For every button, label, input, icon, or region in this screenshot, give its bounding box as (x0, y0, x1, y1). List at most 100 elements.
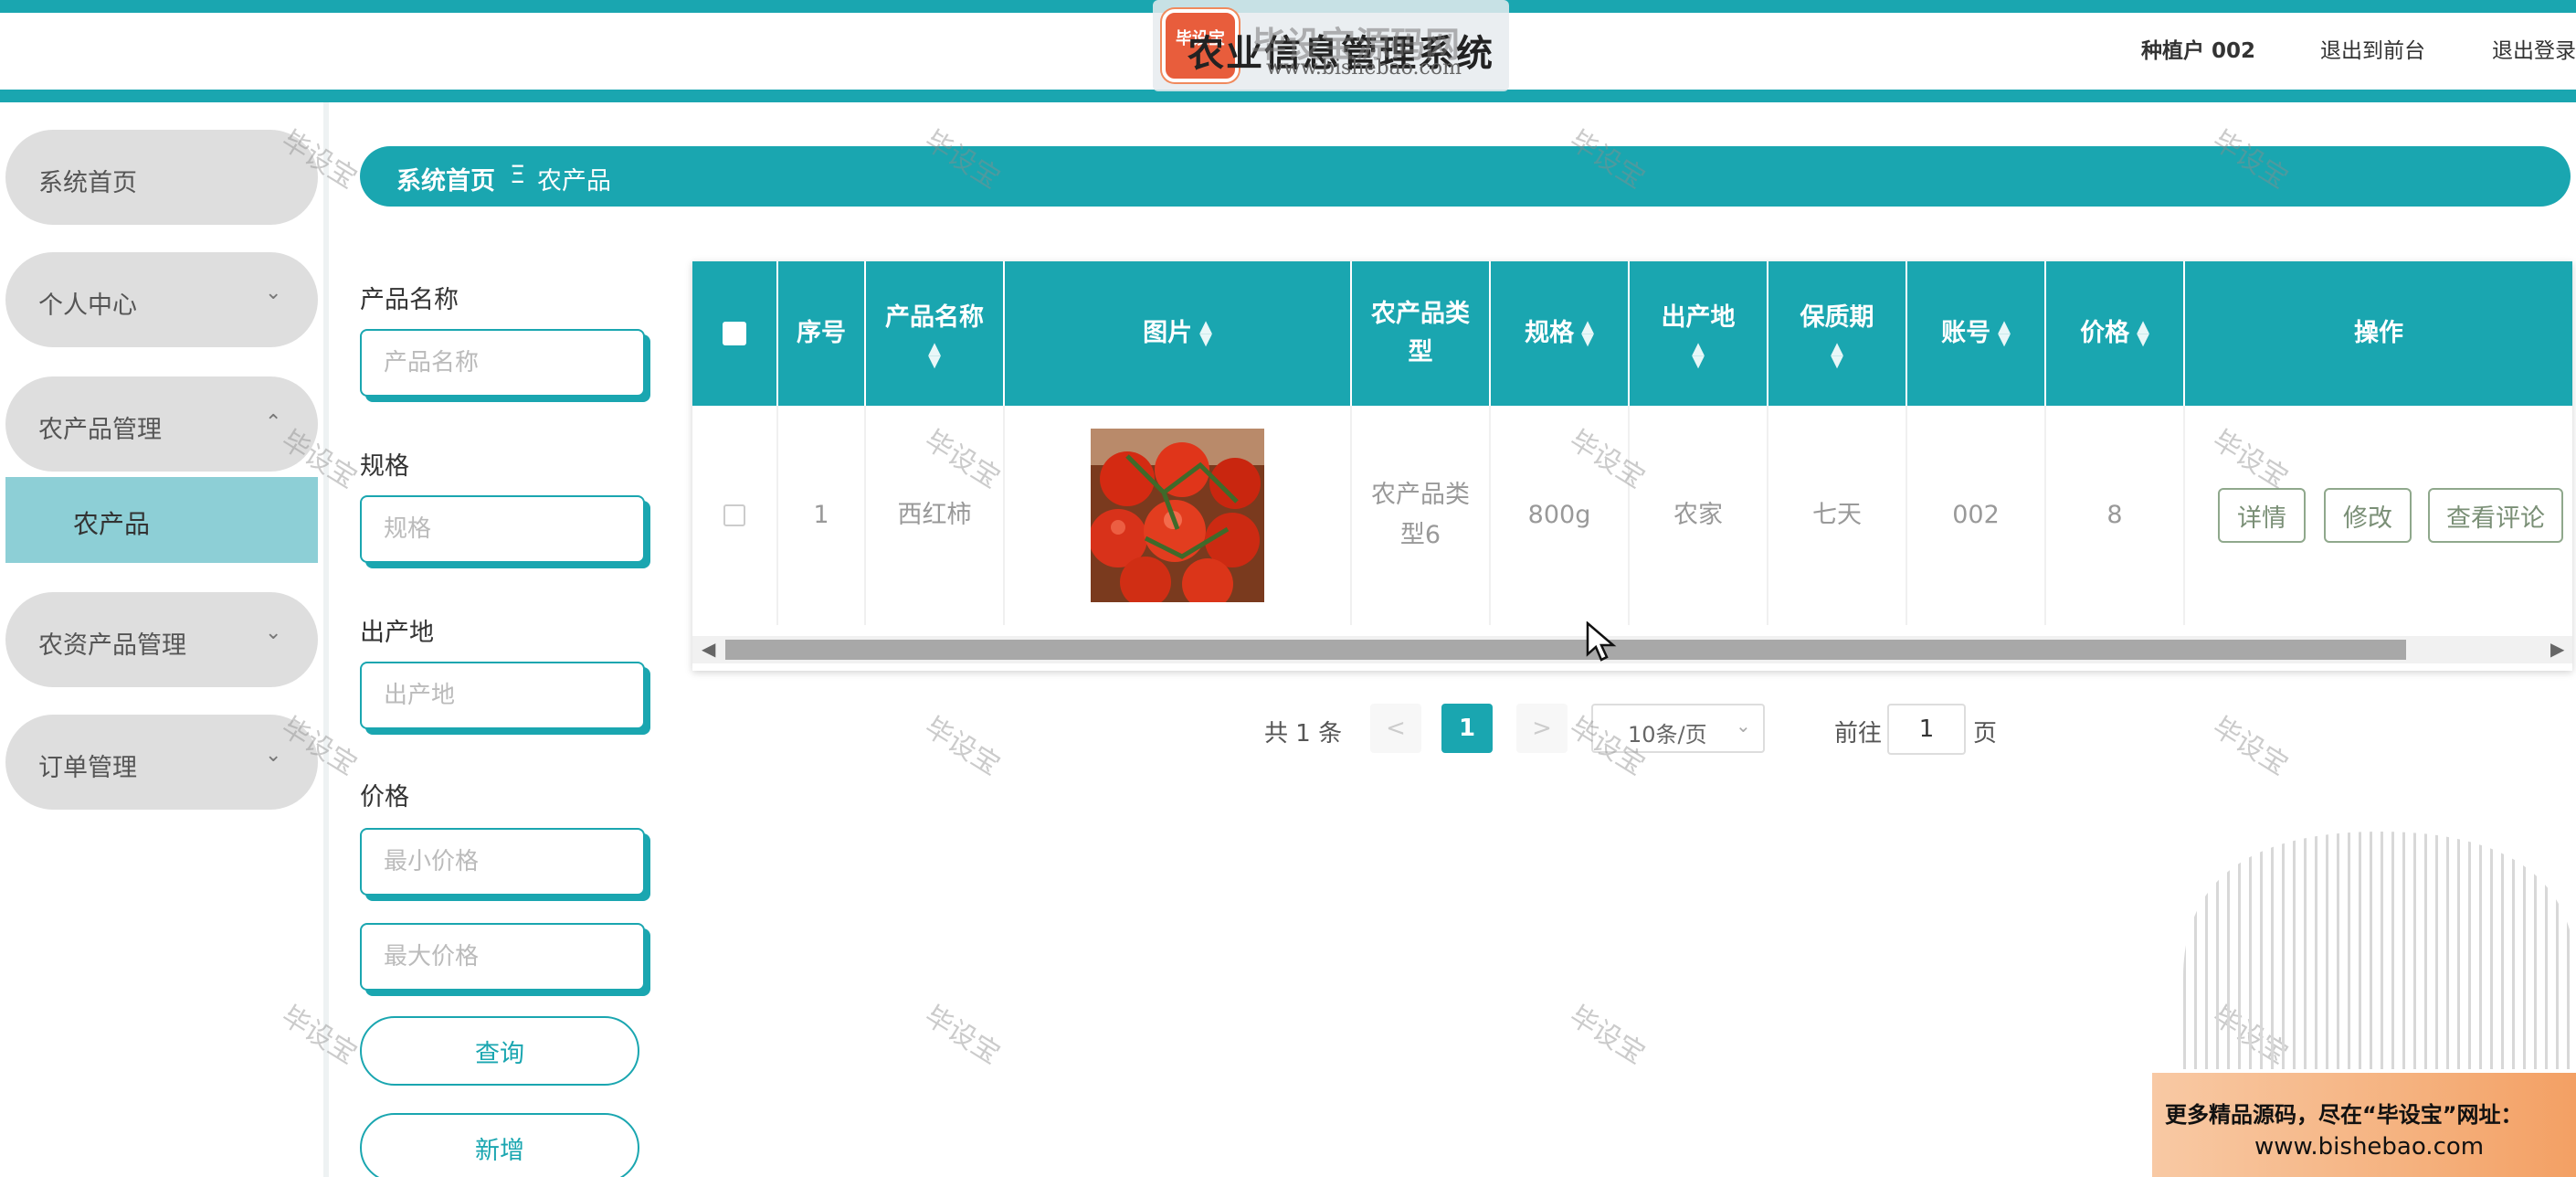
col-price-label: 价格 (2080, 319, 2130, 347)
select-all-cell (692, 261, 778, 406)
page-suffix: 页 (1973, 720, 1998, 748)
sidebar-item-label: 订单管理 (38, 754, 137, 782)
sidebar-item-orders[interactable]: 订单管理 ⌄ (5, 715, 318, 810)
col-origin[interactable]: 出产地 ▲ ▼ (1630, 261, 1768, 406)
breadcrumb-current: 农产品 (537, 167, 611, 196)
cell-origin: 农家 (1630, 406, 1768, 625)
origin-input[interactable] (360, 662, 645, 729)
chevron-down-icon: ⌄ (265, 744, 282, 767)
min-price-input[interactable] (360, 828, 645, 896)
col-shelf-label: 保质期 (1800, 303, 1874, 332)
goto-page-input[interactable] (1887, 704, 1966, 755)
add-button[interactable]: 新增 (360, 1113, 639, 1177)
spec-label: 规格 (360, 452, 409, 481)
col-name[interactable]: 产品名称 ▲ ▼ (866, 261, 1005, 406)
sort-icon[interactable]: ▲ ▼ (1998, 319, 2011, 348)
col-origin-label: 出产地 (1661, 303, 1736, 332)
current-user: 种植户 002 (2141, 39, 2256, 63)
cursor-icon (1586, 621, 1617, 662)
sidebar-subitem-products[interactable]: 农产品 (5, 477, 318, 563)
sidebar-item-label: 农产品管理 (38, 416, 162, 444)
col-spec-label: 规格 (1525, 319, 1575, 347)
col-type-label: 农产品类型 (1371, 300, 1470, 366)
col-spec[interactable]: 规格 ▲ ▼ (1491, 261, 1630, 406)
cell-account: 002 (1907, 406, 2046, 625)
col-price[interactable]: 价格 ▲ ▼ (2046, 261, 2185, 406)
query-button[interactable]: 查询 (360, 1016, 639, 1086)
col-type[interactable]: 农产品类型 (1352, 261, 1491, 406)
prev-page-icon[interactable]: < (1370, 704, 1421, 753)
col-seq-label: 序号 (797, 319, 846, 347)
scrollbar-thumb[interactable] (725, 640, 2406, 660)
row-checkbox[interactable] (723, 504, 745, 526)
breadcrumb-home[interactable]: 系统首页 (396, 161, 495, 196)
cell-price: 8 (2046, 406, 2185, 625)
watermark: 毕设宝 (918, 711, 1006, 782)
sidebar-item-label: 农资产品管理 (38, 631, 186, 660)
exit-to-front-link[interactable]: 退出到前台 (2320, 33, 2425, 64)
view-comments-button[interactable]: 查看评论 (2428, 488, 2563, 543)
header-bottom-strip (0, 90, 2576, 102)
col-ops: 操作 (2185, 261, 2572, 406)
scroll-right-icon[interactable]: ▶ (2550, 638, 2564, 660)
product-name-input[interactable] (360, 329, 645, 397)
decorative-stripes (2183, 832, 2576, 1069)
table-header: 序号 产品名称 ▲ ▼ 图片 ▲ ▼ 农产品类型 规格 ▲ ▼ 出产地 ▲ ▼ 保质期 … (692, 261, 2572, 406)
banner-line1: 更多精品源码，尽在“毕设宝”网址： (2165, 1102, 2523, 1128)
col-account[interactable]: 账号 ▲ ▼ (1907, 261, 2046, 406)
col-seq: 序号 (778, 261, 866, 406)
cell-image (1005, 406, 1352, 625)
sidebar-item-home[interactable]: 系统首页 (5, 130, 318, 225)
spec-input[interactable] (360, 495, 645, 563)
horizontal-scrollbar[interactable]: ◀ ▶ (692, 636, 2572, 663)
sort-icon[interactable]: ▲ ▼ (928, 341, 941, 370)
origin-label: 出产地 (360, 619, 434, 647)
max-price-input[interactable] (360, 923, 645, 991)
select-all-checkbox[interactable] (723, 322, 746, 345)
price-label: 价格 (360, 783, 409, 811)
sort-icon[interactable]: ▲ ▼ (2137, 319, 2149, 348)
chevron-down-icon: ⌄ (1736, 715, 1751, 737)
cell-shelf: 七天 (1768, 406, 1907, 625)
watermark: 毕设宝 (1563, 1000, 1651, 1071)
sort-icon[interactable]: ▲ ▼ (1692, 341, 1705, 370)
product-image-tomatoes[interactable] (1091, 429, 1264, 602)
watermark: 毕设宝 (2206, 711, 2294, 782)
promo-banner: 更多精品源码，尽在“毕设宝”网址： www.bishebao.com (2152, 1073, 2576, 1177)
sidebar-item-label: 系统首页 (38, 169, 137, 197)
sidebar-subitem-label: 农产品 (73, 509, 151, 539)
col-image-label: 图片 (1143, 319, 1193, 347)
cell-type-text: 农产品类型6 (1371, 481, 1470, 549)
cell-seq: 1 (778, 406, 866, 625)
logout-link[interactable]: 退出登录 (2492, 33, 2576, 64)
sidebar: 系统首页 个人中心 ⌄ 农产品管理 ⌃ 农产品 农资产品管理 ⌄ 订单管理 ⌄ (0, 102, 329, 1177)
page-number[interactable]: 1 (1441, 704, 1493, 753)
next-page-icon[interactable]: > (1516, 704, 1568, 753)
col-image[interactable]: 图片 ▲ ▼ (1005, 261, 1352, 406)
watermark: 毕设宝 (918, 1000, 1006, 1071)
sort-icon[interactable]: ▲ ▼ (1581, 319, 1594, 348)
sidebar-item-supplies-mgmt[interactable]: 农资产品管理 ⌄ (5, 592, 318, 687)
detail-button[interactable]: 详情 (2218, 488, 2306, 543)
sort-icon[interactable]: ▲ ▼ (1199, 319, 1212, 348)
sort-icon[interactable]: ▲ ▼ (1831, 341, 1843, 370)
chevron-up-icon: ⌃ (265, 411, 282, 434)
breadcrumb-separator-icon: Ξ (510, 161, 526, 189)
col-name-label: 产品名称 (885, 303, 984, 332)
col-shelf[interactable]: 保质期 ▲ ▼ (1768, 261, 1907, 406)
col-account-label: 账号 (1941, 319, 1991, 347)
edit-button[interactable]: 修改 (2324, 488, 2412, 543)
chevron-down-icon: ⌄ (265, 281, 282, 304)
pagination-total: 共 1 条 (1264, 720, 1343, 748)
col-ops-label: 操作 (2354, 319, 2403, 347)
product-name-label: 产品名称 (360, 286, 459, 314)
banner-url: www.bishebao.com (2254, 1133, 2485, 1161)
logo-url: www.bishebao.com (1266, 57, 1462, 80)
cell-type: 农产品类型6 (1352, 406, 1491, 625)
scroll-left-icon[interactable]: ◀ (702, 638, 715, 660)
sidebar-item-label: 个人中心 (38, 292, 137, 320)
chevron-down-icon: ⌄ (265, 621, 282, 644)
sidebar-item-product-mgmt[interactable]: 农产品管理 ⌃ (5, 376, 318, 472)
row-select-cell (692, 406, 778, 625)
sidebar-item-personal[interactable]: 个人中心 ⌄ (5, 252, 318, 347)
